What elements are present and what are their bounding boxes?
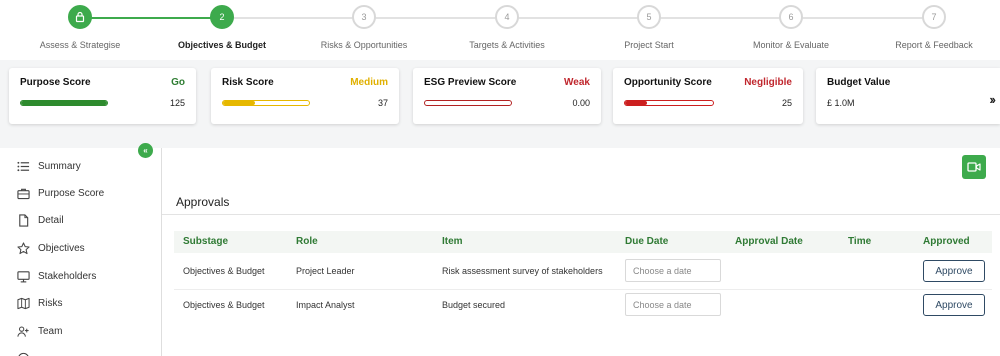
collapse-sidebar-button[interactable]: « [138, 143, 153, 158]
budget-value-card: Budget Value £ 1.0M ›› [816, 68, 1000, 124]
column-header-approval-date: Approval Date [735, 236, 803, 247]
step-assess-strategise[interactable]: Assess & Strategise [10, 5, 150, 50]
sidebar-item-label: Objectives [38, 242, 85, 254]
progress-bar [424, 100, 512, 106]
sidebar-item-label: Summary [38, 160, 81, 172]
globe-icon [18, 352, 29, 356]
approve-button[interactable]: Approve [923, 260, 985, 282]
status-badge: Negligible [744, 77, 792, 88]
progress-bar [624, 100, 714, 106]
progress-fill [223, 101, 255, 105]
lock-icon [68, 5, 92, 29]
step-risks-opportunities[interactable]: 3 Risks & Opportunities [294, 5, 434, 50]
step-label: Targets & Activities [469, 40, 545, 50]
score-value: 37 [377, 98, 388, 108]
divider [162, 214, 1000, 215]
video-button[interactable] [962, 155, 986, 179]
sidebar: Summary Purpose Score Detail Objectives … [0, 148, 162, 356]
risk-score-card: Risk Score Medium 37 [211, 68, 399, 124]
sidebar-item-risks[interactable]: Risks [17, 295, 62, 311]
step-targets-activities[interactable]: 4 Targets & Activities [437, 5, 577, 50]
step-number: 3 [352, 5, 376, 29]
cell-role: Impact Analyst [296, 300, 355, 310]
step-project-start[interactable]: 5 Project Start [579, 5, 719, 50]
step-label: Objectives & Budget [177, 40, 267, 50]
monitor-icon [17, 270, 30, 282]
column-header-item: Item [442, 236, 463, 247]
step-label: Risks & Opportunities [320, 40, 408, 50]
card-title: Purpose Score [20, 77, 91, 88]
due-date-input[interactable] [625, 259, 721, 282]
sidebar-item-partial[interactable] [17, 350, 30, 356]
column-header-substage: Substage [183, 236, 229, 247]
step-number: 5 [637, 5, 661, 29]
list-icon [17, 161, 30, 171]
column-header-time: Time [848, 236, 872, 247]
sidebar-item-stakeholders[interactable]: Stakeholders [17, 268, 96, 284]
progress-fill [21, 101, 107, 105]
sidebar-item-detail[interactable]: Detail [17, 212, 64, 228]
card-title: Budget Value [827, 77, 891, 88]
document-icon [19, 213, 29, 227]
score-value: 25 [781, 98, 792, 108]
purpose-score-card: Purpose Score Go 125 [9, 68, 196, 124]
status-badge: Weak [564, 77, 590, 88]
cell-item: Budget secured [442, 300, 506, 310]
star-icon [17, 241, 30, 254]
score-cards: Purpose Score Go 125 Risk Score Medium 3… [0, 68, 1000, 124]
cell-role: Project Leader [296, 266, 355, 276]
briefcase-icon [17, 188, 30, 199]
chevron-double-left-icon: « [143, 146, 148, 155]
step-label: Assess & Strategise [39, 40, 121, 50]
budget-value: £ 1.0M [827, 98, 855, 108]
table-header: Substage Role Item Due Date Approval Dat… [174, 231, 992, 253]
sidebar-item-label: Stakeholders [38, 270, 97, 282]
due-date-input[interactable] [625, 293, 721, 316]
app-page: Assess & Strategise 2 Objectives & Budge… [0, 0, 1000, 356]
chevron-double-right-icon[interactable]: ›› [989, 92, 996, 107]
step-number: 7 [922, 5, 946, 29]
step-number: 4 [495, 5, 519, 29]
sidebar-item-summary[interactable]: Summary [17, 158, 81, 174]
approvals-heading: Approvals [176, 195, 230, 209]
sidebar-item-purpose-score[interactable]: Purpose Score [17, 185, 104, 201]
progress-stepper: Assess & Strategise 2 Objectives & Budge… [0, 0, 1000, 60]
step-monitor-evaluate[interactable]: 6 Monitor & Evaluate [721, 5, 861, 50]
progress-bar [222, 100, 310, 106]
status-badge: Medium [350, 77, 388, 88]
opportunity-score-card: Opportunity Score Negligible 25 [613, 68, 803, 124]
users-icon [17, 326, 29, 337]
column-header-due-date: Due Date [625, 236, 669, 247]
step-label: Project Start [624, 40, 674, 50]
map-icon [17, 297, 30, 309]
column-header-approved: Approved [923, 236, 970, 247]
video-camera-icon [967, 162, 981, 172]
main-panel: Approvals Substage Role Item Due Date Ap… [162, 148, 1000, 356]
sidebar-item-label: Team [38, 325, 63, 337]
approve-button[interactable]: Approve [923, 294, 985, 316]
score-value: 125 [169, 98, 185, 108]
step-number: 2 [210, 5, 234, 29]
progress-fill [625, 101, 647, 105]
cell-substage: Objectives & Budget [183, 266, 265, 276]
status-badge: Go [171, 77, 185, 88]
cell-substage: Objectives & Budget [183, 300, 265, 310]
sidebar-item-label: Risks [38, 297, 63, 309]
step-label: Monitor & Evaluate [752, 40, 830, 50]
progress-bar [20, 100, 108, 106]
esg-preview-score-card: ESG Preview Score Weak 0.00 [413, 68, 601, 124]
sidebar-item-label: Purpose Score [38, 187, 105, 199]
row-divider [174, 289, 992, 290]
score-value: 0.00 [572, 98, 590, 108]
column-header-role: Role [296, 236, 318, 247]
step-number: 6 [779, 5, 803, 29]
step-report-feedback[interactable]: 7 Report & Feedback [864, 5, 1000, 50]
step-objectives-budget[interactable]: 2 Objectives & Budget [152, 5, 292, 50]
sidebar-item-label: Detail [38, 214, 64, 226]
sidebar-item-objectives[interactable]: Objectives [17, 240, 85, 256]
sidebar-item-team[interactable]: Team [17, 323, 62, 339]
cell-item: Risk assessment survey of stakeholders [442, 266, 603, 276]
step-label: Report & Feedback [895, 40, 973, 50]
